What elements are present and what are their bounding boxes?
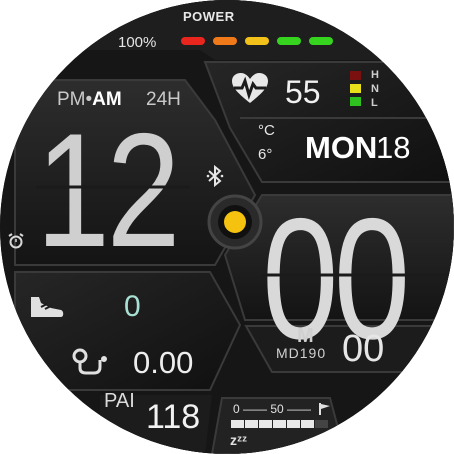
hr-zone-normal: [350, 84, 361, 93]
sleep-scale-min: 0: [233, 402, 240, 416]
seconds-display: 00: [342, 328, 385, 370]
temperature-unit: °C: [258, 122, 275, 139]
battery-percent: 100%: [118, 34, 157, 51]
model-name: MD190: [276, 345, 327, 361]
bluetooth-icon: [206, 165, 224, 187]
day-of-month: 18: [376, 130, 411, 165]
sleep-segment: [315, 420, 328, 428]
temperature-value: 6°: [258, 146, 273, 163]
sleep-zz: zᶻᶻ: [230, 432, 248, 448]
weekday: MON: [305, 130, 378, 165]
watch-face: POWER 100% 55 H N L PM•AM 24H °C 6° MON …: [0, 0, 454, 454]
sleep-scale: 0 —— 50 ——: [233, 402, 312, 416]
pai-label: PAI: [104, 390, 135, 412]
hr-label-n: N: [371, 83, 379, 95]
sleep-segment: [245, 420, 258, 428]
shoe-icon: [31, 297, 64, 317]
battery-segment: [245, 37, 269, 45]
steps-value: 0: [124, 290, 141, 323]
alarm-icon: [8, 233, 24, 249]
sleep-scale-mid: 50: [270, 402, 284, 416]
hr-zone-high: [350, 71, 361, 80]
distance-value: 0.00: [133, 345, 194, 380]
battery-segment: [181, 37, 205, 45]
sleep-segment: [273, 420, 286, 428]
sleep-segment: [301, 420, 314, 428]
battery-segment: [213, 37, 237, 45]
route-icon: [72, 348, 107, 375]
power-label: POWER: [183, 9, 235, 24]
battery-segment: [309, 37, 333, 45]
sleep-segment: [231, 420, 244, 428]
hr-label-h: H: [371, 69, 379, 81]
pai-value: 118: [146, 398, 201, 436]
sleep-segment: [259, 420, 272, 428]
battery-segment: [277, 37, 301, 45]
hr-zone-low: [350, 97, 361, 106]
heart-rate-value: 55: [285, 74, 321, 110]
hours-display: 12: [36, 100, 180, 281]
flag-icon: [319, 403, 330, 415]
heart-rate-icon: [232, 73, 268, 103]
sleep-segment: [287, 420, 300, 428]
hr-label-l: L: [371, 97, 378, 109]
